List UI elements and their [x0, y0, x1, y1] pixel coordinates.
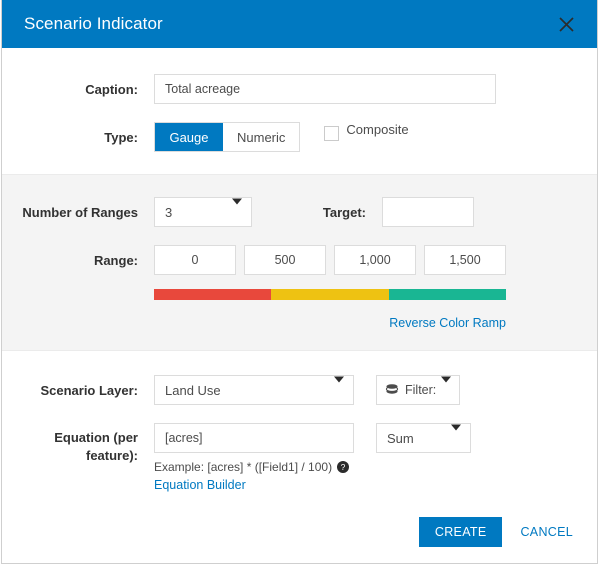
chevron-down-icon	[441, 376, 451, 398]
ranges-section: Number of Ranges 3 Target: Range: 0 500 …	[2, 174, 597, 351]
type-row: Type: Gauge Numeric Composite	[2, 122, 597, 152]
data-settings-section: Scenario Layer: Land Use Filter: Equatio…	[2, 351, 597, 492]
dialog-title: Scenario Indicator	[24, 14, 163, 33]
type-option-numeric[interactable]: Numeric	[223, 123, 299, 151]
svg-text:?: ?	[341, 462, 346, 472]
filter-button-label: Filter:	[405, 383, 437, 397]
caption-input[interactable]	[154, 74, 496, 104]
equation-label-line1: Equation (per	[54, 430, 138, 445]
composite-checkbox[interactable]: Composite	[324, 122, 409, 141]
range-input-2[interactable]: 1,000	[334, 245, 416, 275]
help-circle-icon[interactable]: ?	[337, 461, 350, 473]
create-button[interactable]: CREATE	[418, 517, 503, 547]
equation-row: Equation (per feature): Example: [acres]…	[2, 423, 597, 492]
close-icon[interactable]	[553, 11, 579, 37]
range-label: Range:	[93, 253, 138, 268]
dialog-footer: CREATE CANCEL	[2, 501, 597, 563]
number-of-ranges-row: Number of Ranges 3 Target:	[2, 197, 597, 227]
aggregation-value: Sum	[387, 430, 414, 446]
equation-example: Example: [acres] * ([Field1] / 100) ?	[154, 460, 354, 474]
chevron-down-icon	[232, 198, 242, 220]
reverse-color-ramp-link[interactable]: Reverse Color Ramp	[154, 316, 506, 330]
color-ramp-segment-mid	[271, 289, 389, 300]
equation-label-line2: feature):	[85, 448, 138, 463]
target-input[interactable]	[382, 197, 474, 227]
scenario-layer-row: Scenario Layer: Land Use Filter:	[2, 375, 597, 405]
color-ramp-group: Reverse Color Ramp	[154, 289, 506, 330]
equation-label: Equation (per feature):	[2, 423, 154, 465]
scenario-indicator-dialog: Scenario Indicator Caption: Type: Gauge …	[1, 0, 598, 564]
range-values-row: Range: 0 500 1,000 1,500	[2, 245, 597, 275]
range-input-3[interactable]: 1,500	[424, 245, 506, 275]
range-input-0[interactable]: 0	[154, 245, 236, 275]
cancel-button[interactable]: CANCEL	[520, 525, 573, 539]
equation-input[interactable]	[154, 423, 354, 453]
scenario-layer-value: Land Use	[165, 382, 221, 398]
equation-example-text: Example: [acres] * ([Field1] / 100)	[154, 460, 333, 474]
chevron-down-icon	[334, 376, 344, 398]
composite-checkbox-box[interactable]	[324, 126, 340, 141]
dialog-titlebar: Scenario Indicator	[2, 0, 597, 48]
range-input-1[interactable]: 500	[244, 245, 326, 275]
scenario-layer-label: Scenario Layer:	[40, 383, 138, 398]
equation-field-group: Example: [acres] * ([Field1] / 100) ? Eq…	[154, 423, 354, 492]
equation-builder-link[interactable]: Equation Builder	[154, 478, 354, 492]
color-ramp-segment-low	[154, 289, 272, 300]
chevron-down-icon	[451, 424, 461, 446]
number-of-ranges-label: Number of Ranges	[22, 205, 138, 220]
target-label: Target:	[322, 205, 366, 220]
color-ramp-row: Reverse Color Ramp	[2, 289, 597, 330]
caption-label: Caption:	[85, 82, 138, 97]
range-inputs-group: 0 500 1,000 1,500	[154, 245, 506, 275]
number-of-ranges-select[interactable]: 3	[154, 197, 252, 227]
basic-settings-section: Caption: Type: Gauge Numeric Composite	[2, 48, 597, 174]
aggregation-select[interactable]: Sum	[376, 423, 471, 453]
scenario-layer-select[interactable]: Land Use	[154, 375, 354, 405]
color-ramp-segment-high	[388, 289, 506, 300]
type-label: Type:	[104, 130, 138, 145]
caption-row: Caption:	[2, 74, 597, 104]
color-ramp[interactable]	[154, 289, 506, 300]
number-of-ranges-value: 3	[165, 204, 173, 220]
layers-icon	[385, 382, 399, 399]
type-toggle-group: Gauge Numeric	[154, 122, 301, 152]
filter-button[interactable]: Filter:	[376, 375, 460, 405]
type-option-gauge[interactable]: Gauge	[155, 123, 223, 151]
composite-checkbox-label: Composite	[346, 122, 409, 137]
